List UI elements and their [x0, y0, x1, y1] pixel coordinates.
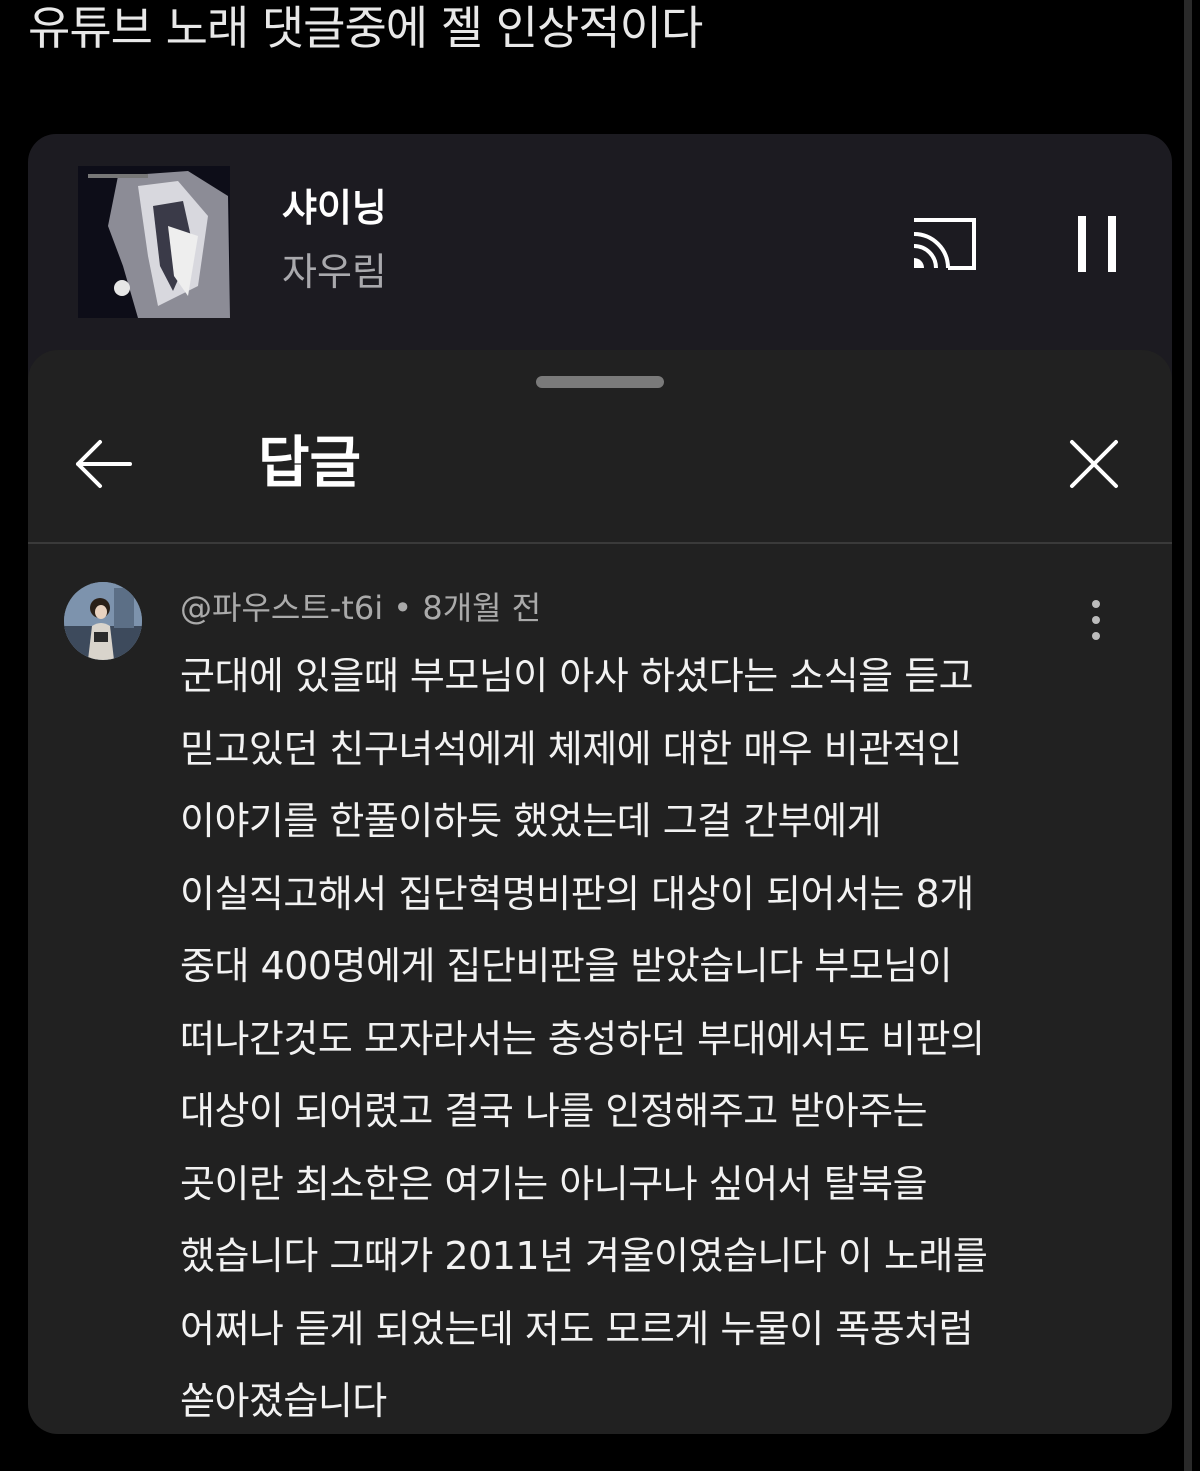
- comment-line: 어쩌나 듣게 되었는데 저도 모르게 누물이 폭풍처럼: [180, 1306, 974, 1351]
- screenshot-page: 유튜브 노래 댓글중에 젤 인상적이다 샤이닝 자우림 답글 @파우스트-t6i…: [0, 0, 1200, 1471]
- comment-body: 군대에 있을때 부모님이 아사 하셨다는 소식을 듣고 믿고있던 친구녀석에게 …: [180, 640, 1130, 1438]
- sheet-title: 답글: [258, 431, 362, 496]
- back-button[interactable]: [72, 434, 136, 494]
- header-divider: [28, 542, 1172, 544]
- cast-icon: [913, 218, 976, 270]
- comment-author[interactable]: @파우스트-t6i: [180, 589, 383, 627]
- comment-line: 이야기를 한풀이하듯 했었는데 그걸 간부에게: [180, 799, 882, 843]
- close-button[interactable]: [1064, 434, 1124, 494]
- track-artist[interactable]: 자우림: [282, 248, 387, 296]
- comment-line: 중대 400명에게 집단비판을 받았습니다 부모님이: [180, 944, 953, 988]
- arrow-left-icon: [76, 440, 132, 488]
- comment-time: 8개월 전: [422, 589, 542, 627]
- avatar-image: [64, 582, 142, 660]
- comment-meta: @파우스트-t6i • 8개월 전: [180, 586, 541, 630]
- drag-handle[interactable]: [536, 376, 664, 388]
- comment-line: 곳이란 최소한은 여기는 아니구나 싶어서 탈북을: [180, 1161, 928, 1206]
- album-art-image: [78, 166, 230, 318]
- comment-line: 군대에 있을때 부모님이 아사 하셨다는 소식을 듣고: [180, 654, 974, 698]
- album-art[interactable]: [78, 166, 230, 318]
- comment-line: 믿고있던 친구녀석에게 체제에 대한 매우 비관적인: [180, 726, 962, 771]
- comment-line: 떠나간것도 모자라서는 충성하던 부대에서도 비판의: [180, 1016, 985, 1061]
- track-title[interactable]: 샤이닝: [282, 184, 387, 232]
- comment-line: 쏟아졌습니다: [180, 1379, 387, 1423]
- more-options-button[interactable]: [1082, 596, 1110, 644]
- replies-sheet: 답글 @파우스트-t6i • 8개월 전 군대에 있을때 부모님이 아사 하셨다…: [28, 350, 1172, 1434]
- pause-icon: [1078, 216, 1116, 272]
- meta-separator: •: [393, 589, 413, 627]
- more-vertical-icon: [1092, 600, 1100, 640]
- comment-line: 이실직고해서 집단혁명비판의 대상이 되어서는 8개: [180, 871, 974, 916]
- scrollbar[interactable]: [1184, 0, 1192, 1471]
- pause-button[interactable]: [1072, 212, 1124, 276]
- close-icon: [1070, 440, 1118, 488]
- comment-line: 했습니다 그때가 2011년 겨울이였습니다 이 노래를: [180, 1234, 988, 1278]
- post-title: 유튜브 노래 댓글중에 젤 인상적이다: [28, 1, 703, 55]
- comment-line: 대상이 되어렸고 결국 나를 인정해주고 받아주는: [180, 1089, 928, 1133]
- avatar[interactable]: [64, 582, 142, 660]
- cast-button[interactable]: [908, 214, 980, 274]
